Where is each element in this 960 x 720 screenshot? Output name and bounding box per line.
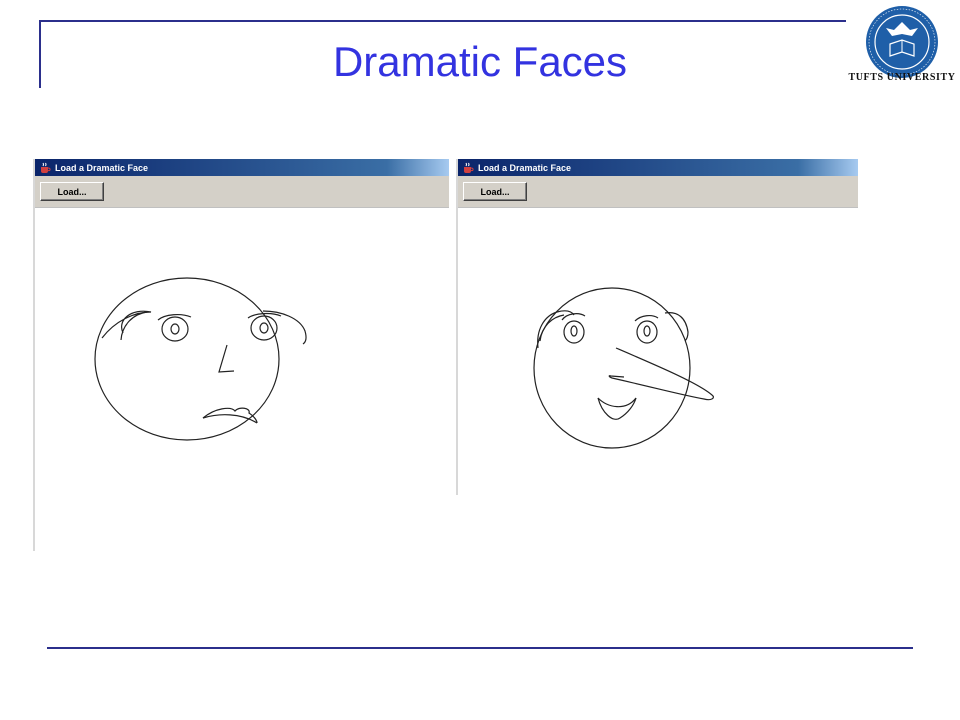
- left-ear-curve: [539, 314, 565, 342]
- face-window-1: Load a Dramatic Face Load...: [33, 159, 449, 551]
- head-outline: [94, 277, 280, 441]
- load-button[interactable]: Load...: [40, 182, 104, 201]
- left-pupil: [570, 325, 578, 337]
- left-ear-curve: [120, 311, 148, 341]
- tufts-seal-icon: [866, 6, 938, 78]
- right-ear: [664, 312, 689, 342]
- window-title-bar[interactable]: Load a Dramatic Face: [458, 159, 858, 176]
- face-window-2: Load a Dramatic Face Load...: [456, 159, 858, 495]
- nose: [218, 344, 235, 373]
- right-pupil: [259, 322, 269, 334]
- mouth-upper: [597, 397, 637, 408]
- right-eye: [250, 315, 278, 341]
- left-eye: [563, 320, 585, 344]
- window-title: Load a Dramatic Face: [55, 162, 149, 173]
- toolbar: Load...: [458, 176, 858, 208]
- right-pupil: [643, 325, 651, 337]
- drawing-canvas: [94, 277, 307, 441]
- top-rule: [40, 20, 846, 22]
- right-eye: [636, 320, 658, 344]
- load-button[interactable]: Load...: [463, 182, 527, 201]
- drawing-canvas: [533, 287, 715, 449]
- left-eye: [161, 316, 189, 342]
- university-name: TUFTS UNIVERSITY: [848, 72, 956, 83]
- left-pupil: [170, 323, 180, 335]
- bottom-rule: [47, 647, 913, 649]
- java-cup-icon: [464, 162, 474, 173]
- nose: [608, 347, 715, 401]
- mouth-lower: [597, 397, 637, 420]
- slide-title: Dramatic Faces: [332, 38, 628, 85]
- window-title-bar[interactable]: Load a Dramatic Face: [35, 159, 449, 176]
- toolbar: Load...: [35, 176, 449, 208]
- right-eyebrow: [634, 315, 659, 322]
- mouth-lower: [202, 414, 258, 424]
- window-title: Load a Dramatic Face: [478, 162, 572, 173]
- java-cup-icon: [41, 162, 51, 173]
